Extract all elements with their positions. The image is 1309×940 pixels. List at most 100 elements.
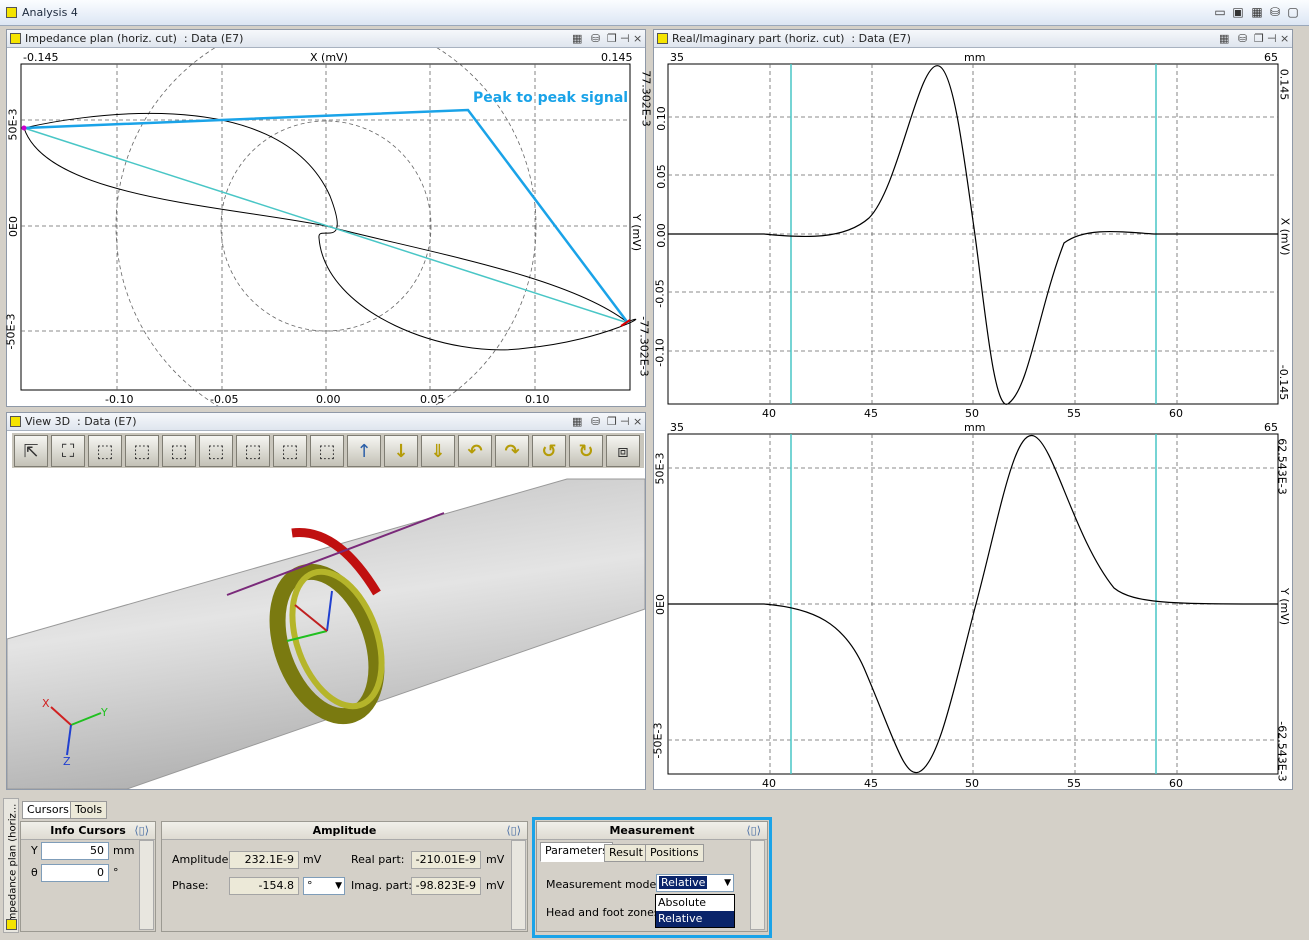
- undo-icon[interactable]: ↺: [532, 435, 566, 467]
- top-x-tick: 45: [864, 407, 878, 420]
- theta-unit: °: [113, 866, 119, 879]
- minimize-icon[interactable]: ▭: [1212, 5, 1228, 20]
- mode-select[interactable]: Relative ▼: [656, 874, 734, 892]
- db-icon[interactable]: ⛁: [591, 32, 600, 45]
- panel-icon: [6, 919, 17, 930]
- pin-icon[interactable]: ⊣: [1267, 32, 1277, 45]
- real-unit: mV: [486, 853, 505, 866]
- tab-parameters[interactable]: Parameters: [540, 842, 613, 862]
- phase-unit-select[interactable]: ° ▼: [303, 877, 345, 895]
- top-x-min: 35: [670, 51, 684, 64]
- tab-positions[interactable]: Positions: [645, 844, 704, 862]
- top-x-axis-label: mm: [964, 51, 986, 64]
- rotate-down-2-icon[interactable]: ⇓: [421, 435, 455, 467]
- grid-icon[interactable]: ▦: [1249, 5, 1265, 20]
- pin-icon[interactable]: ⟨▯⟩: [134, 822, 149, 839]
- rotate-down-icon[interactable]: ↓: [384, 435, 418, 467]
- amplitude-title: Amplitude: [312, 824, 377, 837]
- phase-label: Phase:: [172, 879, 209, 892]
- option-absolute[interactable]: Absolute: [656, 895, 734, 911]
- window-icon: [6, 7, 17, 18]
- y-input[interactable]: 50: [41, 842, 109, 860]
- cube-view-6-icon[interactable]: ⬚: [273, 435, 307, 467]
- mode-value: Relative: [659, 876, 708, 889]
- chevron-down-icon: ▼: [724, 878, 731, 888]
- y-unit: mm: [113, 844, 135, 857]
- cube-view-1-icon[interactable]: ⬚: [88, 435, 122, 467]
- select-cursor-icon[interactable]: ⇱: [14, 435, 48, 467]
- view3d-panel: View 3D : Data (E7) ▦ ⛁ ❐ ⊣ × X Y Z: [6, 412, 646, 790]
- scrollbar[interactable]: [511, 840, 526, 930]
- close-icon[interactable]: ×: [633, 415, 642, 428]
- realimag-title: Real/Imaginary part (horiz. cut) : Data …: [672, 32, 911, 45]
- x-tick: -0.10: [105, 393, 134, 406]
- y-left-label-2: 0E0: [6, 216, 20, 237]
- amp-unit: mV: [303, 853, 322, 866]
- scrollbar[interactable]: [139, 840, 154, 930]
- pin-icon[interactable]: ⊣: [620, 32, 630, 45]
- rotate-left-icon[interactable]: ↶: [458, 435, 492, 467]
- top-y-tick: -0.10: [653, 338, 667, 367]
- mode-dropdown-list[interactable]: Absolute Relative: [655, 894, 735, 928]
- redo-icon[interactable]: ↻: [569, 435, 603, 467]
- pin-icon[interactable]: ⊣: [620, 415, 630, 428]
- pin-icon[interactable]: ⟨▯⟩: [506, 822, 521, 839]
- bottom-y-max: 62.543E-3: [1275, 438, 1289, 495]
- rotate-right-icon[interactable]: ↷: [495, 435, 529, 467]
- side-tab-label: Impedance plan (horiz...: [7, 803, 19, 926]
- scrollbar[interactable]: [750, 840, 765, 930]
- option-relative[interactable]: Relative: [656, 911, 734, 927]
- y-axis-label: Y (mV): [630, 213, 644, 252]
- side-tab[interactable]: Impedance plan (horiz...: [3, 798, 19, 933]
- top-y-label: X (mV): [1278, 217, 1292, 256]
- window-title: Analysis 4: [22, 6, 78, 19]
- db-icon[interactable]: ⛁: [1238, 32, 1247, 45]
- close-icon[interactable]: ×: [633, 32, 642, 45]
- tab-cursors[interactable]: Cursors: [22, 801, 74, 819]
- restore-icon[interactable]: ❐: [607, 32, 617, 45]
- cube-view-4-icon[interactable]: ⬚: [199, 435, 233, 467]
- realimag-header: Real/Imaginary part (horiz. cut) : Data …: [654, 30, 1292, 48]
- cube-view-7-icon[interactable]: ⬚: [310, 435, 344, 467]
- axis-x-label: X: [42, 697, 50, 710]
- grid-view-icon[interactable]: ▦: [1219, 32, 1229, 45]
- panel-icon: [10, 416, 21, 427]
- pin-icon[interactable]: ⟨▯⟩: [746, 822, 761, 839]
- top-x-tick: 50: [965, 407, 979, 420]
- phase-unit-value: °: [307, 879, 313, 892]
- mode-label: Measurement mode:: [546, 878, 660, 891]
- y-bottom-label: -77.302E-3: [637, 316, 651, 377]
- restore-icon[interactable]: ▣: [1230, 5, 1246, 20]
- restore-icon[interactable]: ❐: [1254, 32, 1264, 45]
- y-left-label-1: 50E-3: [6, 108, 20, 141]
- imag-value: -98.823E-9: [411, 877, 481, 895]
- cube-view-5-icon[interactable]: ⬚: [236, 435, 270, 467]
- view3d-canvas[interactable]: [7, 469, 645, 789]
- impedance-panel-title: Impedance plan (horiz. cut) : Data (E7): [25, 32, 244, 45]
- top-y-tick: 0.05: [654, 164, 668, 189]
- cube-view-3-icon[interactable]: ⬚: [162, 435, 196, 467]
- tab-tools[interactable]: Tools: [70, 801, 108, 819]
- amplitude-box: Amplitude ⟨▯⟩ Amplitude: 232.1E-9 mV Real…: [161, 821, 528, 932]
- top-y-max: 0.145: [1277, 68, 1291, 101]
- grid-view-icon[interactable]: ▦: [572, 415, 582, 428]
- x-max-label: 0.145: [601, 51, 633, 64]
- grid-view-icon[interactable]: ▦: [572, 32, 582, 45]
- top-y-tick: -0.05: [653, 279, 667, 308]
- restore-icon[interactable]: ❐: [607, 415, 617, 428]
- close-window-icon[interactable]: ▢: [1285, 5, 1301, 20]
- arrow-up-icon[interactable]: ↑: [347, 435, 381, 467]
- tab-result[interactable]: Result: [604, 844, 648, 862]
- top-x-tick: 40: [762, 407, 776, 420]
- bottom-x-tick: 40: [762, 777, 776, 790]
- theta-input[interactable]: 0: [41, 864, 109, 882]
- x-tick: 0.05: [420, 393, 445, 406]
- imag-unit: mV: [486, 879, 505, 892]
- zoom-fit-icon[interactable]: ⛶: [51, 435, 85, 467]
- cube-iso-icon[interactable]: ⧈: [606, 435, 640, 467]
- db-icon[interactable]: ⛁: [591, 415, 600, 428]
- amp-label: Amplitude:: [172, 853, 233, 866]
- close-icon[interactable]: ×: [1280, 32, 1289, 45]
- db-icon[interactable]: ⛁: [1267, 5, 1283, 20]
- cube-view-2-icon[interactable]: ⬚: [125, 435, 159, 467]
